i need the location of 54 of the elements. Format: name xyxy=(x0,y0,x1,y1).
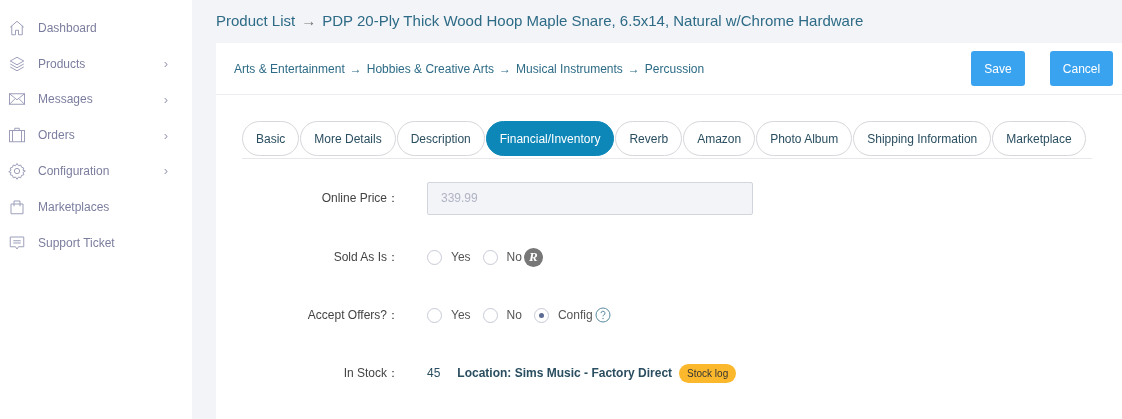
chevron-icon: › xyxy=(163,53,168,74)
arrow-icon: → xyxy=(349,59,362,78)
radio-label: No xyxy=(506,307,522,324)
chevron-icon: › xyxy=(163,125,168,146)
stock-count: 45 xyxy=(427,365,441,382)
field-label: Online Price： xyxy=(320,190,400,207)
tab[interactable]: Basic xyxy=(242,121,300,156)
home-icon xyxy=(8,18,26,37)
field-label: In Stock： xyxy=(342,365,400,382)
stock-location: Location: Sims Music - Factory Direct xyxy=(457,365,673,382)
tab[interactable]: More Details xyxy=(300,121,396,156)
tab[interactable]: Financial/Inventory xyxy=(485,121,615,156)
arrow-icon: → xyxy=(627,59,640,78)
field-label: Accept Offers?： xyxy=(306,307,400,324)
arrow-icon: → xyxy=(499,59,512,78)
tab[interactable]: Reverb xyxy=(615,121,683,156)
bag-icon xyxy=(8,197,26,216)
radio-button[interactable] xyxy=(482,249,498,265)
radio-button[interactable] xyxy=(427,307,442,323)
category-crumb[interactable]: Musical Instruments xyxy=(516,59,623,78)
field-label: Sold As Is： xyxy=(332,249,400,266)
stock-log-button[interactable]: Stock log xyxy=(679,363,737,383)
sidebar-item[interactable]: Messages xyxy=(38,90,164,109)
radio-label: No xyxy=(506,249,522,266)
tab[interactable]: Marketplace xyxy=(992,121,1086,156)
sidebar-item[interactable]: Orders xyxy=(38,126,164,145)
layers-icon xyxy=(8,54,26,73)
radio-button[interactable] xyxy=(427,249,442,265)
tab[interactable]: Photo Album xyxy=(756,121,853,156)
tab[interactable]: Description xyxy=(396,121,485,156)
chevron-icon: › xyxy=(163,89,168,110)
reverb-badge: R xyxy=(523,247,543,267)
sidebar-item[interactable]: Products xyxy=(38,54,164,73)
radio-label: Config xyxy=(557,307,593,324)
sidebar-item[interactable]: Marketplaces xyxy=(38,197,168,216)
category-crumb[interactable]: Hobbies & Creative Arts xyxy=(366,59,495,78)
sidebar-item[interactable]: Configuration xyxy=(38,162,164,181)
gear-icon xyxy=(8,162,26,181)
radio-button[interactable] xyxy=(533,307,549,323)
tab[interactable]: Shipping Information xyxy=(853,121,992,156)
briefcase-icon xyxy=(8,126,26,145)
radio-label: Yes xyxy=(451,249,471,266)
chevron-icon: › xyxy=(163,161,168,181)
page-title: PDP 20-Ply Thick Wood Hoop Maple Snare, 6.5x14, Natural w/Chrome Hardware xyxy=(322,11,864,32)
radio-label: Yes xyxy=(451,307,471,324)
chat-icon xyxy=(8,233,26,252)
sidebar-item[interactable]: Dashboard xyxy=(38,18,168,37)
category-crumb[interactable]: Arts & Entertainment xyxy=(234,59,345,78)
breadcrumb-link[interactable]: Product List xyxy=(216,10,296,33)
tab[interactable]: Amazon xyxy=(683,121,756,156)
category-crumb[interactable]: Percussion xyxy=(644,59,705,78)
sidebar-item[interactable]: Support Ticket xyxy=(38,233,168,252)
radio-button[interactable] xyxy=(482,307,498,323)
arrow-icon: → xyxy=(301,10,317,33)
